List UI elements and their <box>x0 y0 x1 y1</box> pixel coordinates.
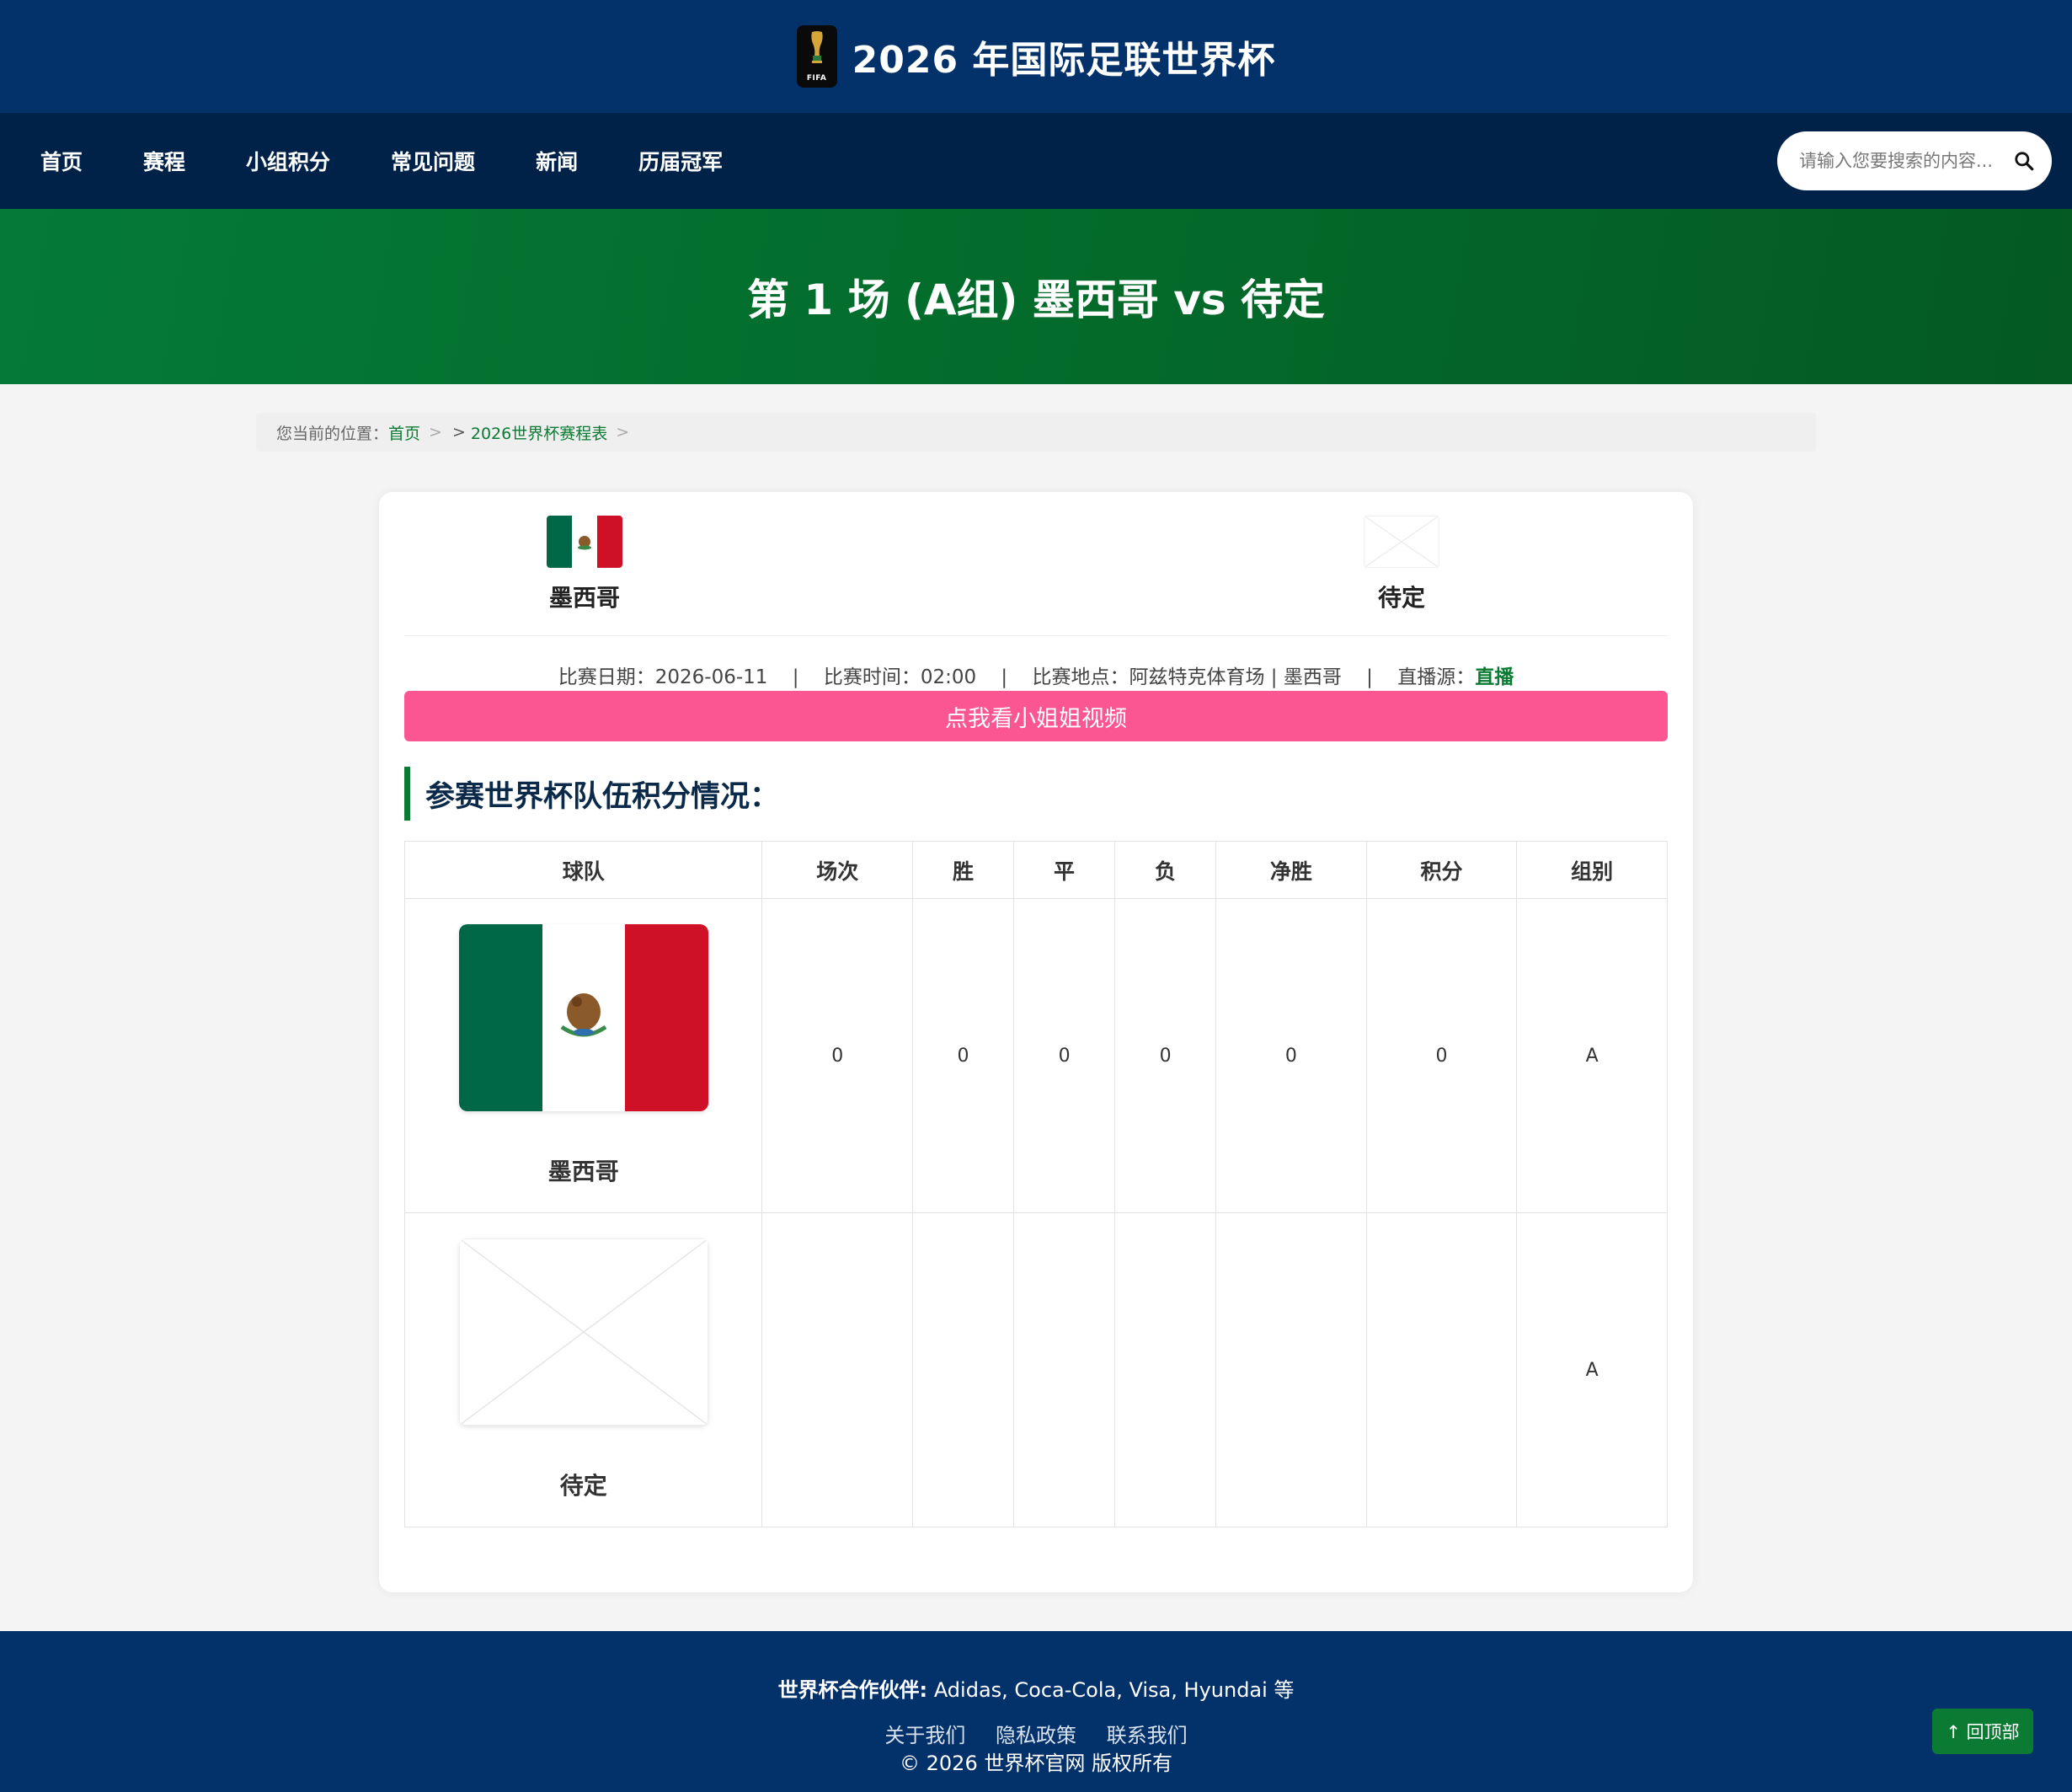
partners-line: 世界杯合作伙伴: Adidas, Coca-Cola, Visa, Hyunda… <box>0 1673 2072 1703</box>
back-to-top-button[interactable]: ↑ 回顶部 <box>1932 1709 2033 1754</box>
cell-group: A <box>1516 1212 1668 1527</box>
info-divider: | <box>1001 666 1008 688</box>
team-cell[interactable]: 待定 <box>403 1212 763 1527</box>
header-drawn: 平 <box>1013 841 1116 899</box>
cell-drawn: 0 <box>1013 898 1116 1213</box>
mexico-flag-icon <box>458 924 708 1111</box>
copyright: © 2026 世界杯官网 版权所有 <box>900 1752 1172 1775</box>
match-card: 墨西哥 待定 比赛日期：2026-06-11 | 比赛时间：02:00 | 比赛… <box>379 492 1693 1592</box>
breadcrumb: 您当前的位置： 首页 > > 2026世界杯赛程表 > <box>256 413 1816 452</box>
home-team-name: 墨西哥 <box>548 584 620 612</box>
nav-item-news[interactable]: 新闻 <box>536 146 578 176</box>
team-cell[interactable]: 墨西哥 <box>403 898 763 1213</box>
cell-goal-diff: 0 <box>1215 898 1367 1213</box>
match-title: 第 1 场 (A组) 墨西哥 vs 待定 <box>747 275 1325 324</box>
match-venue: 阿兹特克体育场 | 墨西哥 <box>1129 666 1342 688</box>
cell-lost: 0 <box>1114 898 1217 1213</box>
header-team: 球队 <box>403 841 763 899</box>
venue-label: 比赛地点： <box>1032 666 1129 688</box>
match-hero: 第 1 场 (A组) 墨西哥 vs 待定 <box>0 209 2072 384</box>
stream-label: 直播源： <box>1397 666 1476 688</box>
breadcrumb-separator: > <box>616 423 630 441</box>
header-points: 积分 <box>1365 841 1518 899</box>
match-info: 比赛日期：2026-06-11 | 比赛时间：02:00 | 比赛地点：阿兹特克… <box>404 661 1668 689</box>
header-group: 组别 <box>1516 841 1668 899</box>
nav-items: 首页 赛程 小组积分 常见问题 新闻 历届冠军 <box>40 146 783 176</box>
mexico-flag-icon <box>547 516 622 568</box>
main-nav: 首页 赛程 小组积分 常见问题 新闻 历届冠军 <box>0 113 2072 209</box>
teams-header: 墨西哥 待定 <box>404 492 1668 636</box>
breadcrumb-separator: > <box>451 423 466 441</box>
footer-links: 关于我们 隐私政策 联系我们 <box>0 1719 2072 1748</box>
header-won: 胜 <box>912 841 1015 899</box>
placeholder-image-icon <box>1364 516 1439 568</box>
info-divider: | <box>792 666 799 688</box>
search-icon[interactable] <box>2013 150 2035 172</box>
match-date: 2026-06-11 <box>654 666 768 688</box>
footer-link-contact[interactable]: 联系我们 <box>1107 1724 1188 1747</box>
team-name: 墨西哥 <box>547 1158 619 1185</box>
breadcrumb-home[interactable]: 首页 <box>388 421 420 444</box>
cell-played: 0 <box>761 898 914 1213</box>
footer-link-privacy[interactable]: 隐私政策 <box>996 1724 1076 1747</box>
standings-title: 参赛世界杯队伍积分情况： <box>404 767 779 821</box>
cell-played <box>761 1212 914 1527</box>
nav-item-faq[interactable]: 常见问题 <box>391 146 475 176</box>
cell-points: 0 <box>1365 898 1518 1213</box>
date-label: 比赛日期： <box>558 666 655 688</box>
footer-link-about[interactable]: 关于我们 <box>884 1724 965 1747</box>
cell-won: 0 <box>912 898 1015 1213</box>
match-time: 02:00 <box>920 666 977 688</box>
site-title[interactable]: 2026 年国际足联世界杯 <box>852 29 1276 83</box>
cell-lost <box>1114 1212 1217 1527</box>
cell-points <box>1365 1212 1518 1527</box>
nav-item-schedule[interactable]: 赛程 <box>143 146 185 176</box>
header-goal-diff: 净胜 <box>1215 841 1367 899</box>
table-row: 墨西哥 0 0 0 0 0 0 A <box>403 898 1668 1213</box>
cell-won <box>912 1212 1015 1527</box>
partners-list: Adidas, Coca-Cola, Visa, Hyundai 等 <box>933 1678 1295 1702</box>
team-name: 待定 <box>559 1472 607 1500</box>
search-input[interactable] <box>1799 151 2006 171</box>
home-team[interactable]: 墨西哥 <box>500 516 669 613</box>
logo-text: FIFA <box>806 74 827 83</box>
time-label: 比赛时间： <box>823 666 921 688</box>
nav-item-home[interactable]: 首页 <box>40 146 83 176</box>
video-button[interactable]: 点我看小姐姐视频 <box>404 691 1668 741</box>
site-footer: 世界杯合作伙伴: Adidas, Coca-Cola, Visa, Hyunda… <box>0 1631 2072 1792</box>
placeholder-image-icon <box>458 1238 708 1426</box>
breadcrumb-schedule[interactable]: 2026世界杯赛程表 <box>471 421 607 444</box>
breadcrumb-separator: > <box>429 423 442 441</box>
stream-link[interactable]: 直播 <box>1475 666 1514 688</box>
away-team[interactable]: 待定 <box>1317 516 1486 613</box>
away-team-name: 待定 <box>1377 584 1425 612</box>
trophy-logo-icon: FIFA <box>796 25 837 88</box>
partners-label: 世界杯合作伙伴: <box>777 1678 928 1702</box>
nav-item-champions[interactable]: 历届冠军 <box>638 146 723 176</box>
cell-group: A <box>1516 898 1668 1213</box>
nav-item-group-standings[interactable]: 小组积分 <box>246 146 330 176</box>
cell-goal-diff <box>1215 1212 1367 1527</box>
table-row: 待定 A <box>403 1212 1668 1527</box>
site-header: FIFA 2026 年国际足联世界杯 <box>0 0 2072 113</box>
standings-table: 球队 场次 胜 平 负 净胜 积分 组别 墨西哥 0 0 0 0 0 0 A 待… <box>403 841 1668 1527</box>
brand[interactable]: FIFA 2026 年国际足联世界杯 <box>796 25 1276 88</box>
header-played: 场次 <box>761 841 914 899</box>
search-box <box>1777 131 2052 190</box>
cell-drawn <box>1013 1212 1116 1527</box>
breadcrumb-prefix: 您当前的位置： <box>276 424 389 443</box>
info-divider: | <box>1366 666 1373 688</box>
table-header-row: 球队 场次 胜 平 负 净胜 积分 组别 <box>403 841 1668 899</box>
header-lost: 负 <box>1114 841 1217 899</box>
